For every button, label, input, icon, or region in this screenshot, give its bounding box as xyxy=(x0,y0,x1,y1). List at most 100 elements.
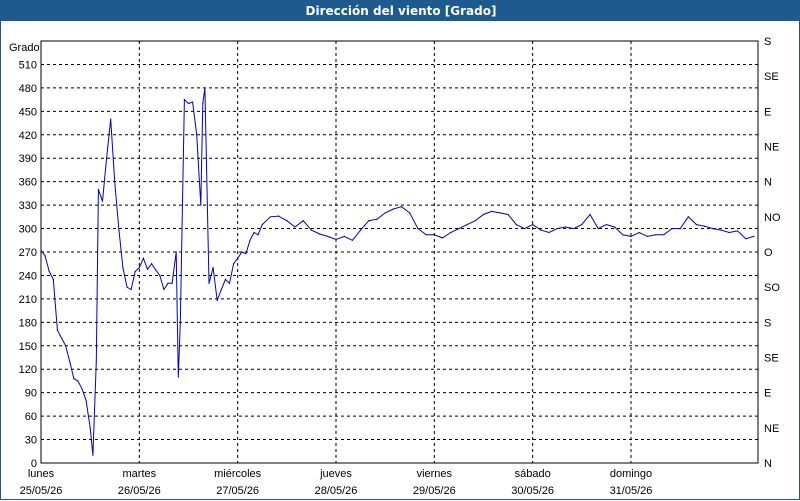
data-point xyxy=(249,239,251,241)
x-tick-label-day: martes xyxy=(123,468,157,480)
data-point xyxy=(736,230,739,232)
data-point xyxy=(171,282,173,284)
y2-tick-label: NE xyxy=(764,423,779,435)
data-point xyxy=(118,228,120,230)
data-point xyxy=(196,134,198,136)
data-point xyxy=(695,224,698,226)
x-tick-label-date: 28/05/26 xyxy=(315,485,358,497)
data-point xyxy=(720,229,722,231)
y-axis-label: Grado xyxy=(9,42,40,54)
data-point xyxy=(237,257,239,259)
data-point xyxy=(81,388,83,390)
data-point xyxy=(523,228,526,230)
data-point xyxy=(155,269,157,271)
data-point xyxy=(491,210,493,212)
data-point xyxy=(474,220,476,222)
data-point xyxy=(646,235,649,237)
y-tick-label: 210 xyxy=(19,294,37,306)
data-point xyxy=(212,267,214,269)
data-point xyxy=(92,454,94,456)
y-tick-label: 180 xyxy=(19,317,37,329)
data-point xyxy=(56,329,59,331)
data-point xyxy=(482,213,485,216)
data-point xyxy=(177,376,179,378)
data-point xyxy=(151,263,153,265)
data-point xyxy=(44,255,46,257)
data-point xyxy=(466,224,468,226)
data-point xyxy=(573,228,575,230)
data-point xyxy=(450,231,452,234)
x-tick-label-date: 29/05/26 xyxy=(413,485,456,497)
data-point xyxy=(48,270,50,273)
data-point xyxy=(245,253,247,255)
y2-tick-label: N xyxy=(764,458,772,470)
x-tick-label-date: 25/05/26 xyxy=(20,485,63,497)
data-point xyxy=(745,238,747,240)
data-point xyxy=(556,228,558,230)
y2-tick-label: SE xyxy=(764,71,779,83)
data-point xyxy=(286,220,288,222)
x-tick-label-day: lunes xyxy=(28,468,55,480)
data-point xyxy=(60,337,63,339)
data-point xyxy=(507,213,509,216)
data-point xyxy=(302,220,304,222)
data-point xyxy=(208,282,210,284)
data-point xyxy=(392,208,394,210)
data-point xyxy=(581,224,583,226)
y2-tick-label: O xyxy=(764,247,773,259)
data-point xyxy=(183,99,185,101)
y-tick-label: 450 xyxy=(19,106,37,118)
x-tick-label-day: sábado xyxy=(515,468,551,480)
data-point xyxy=(368,220,370,222)
data-point xyxy=(85,399,87,402)
data-point xyxy=(167,282,169,284)
data-point xyxy=(204,87,206,89)
data-point xyxy=(134,270,136,273)
y-tick-label: 120 xyxy=(19,364,37,376)
data-point xyxy=(110,118,112,120)
x-tick-label-day: viernes xyxy=(417,468,453,480)
data-point xyxy=(622,234,624,236)
data-point xyxy=(142,257,144,259)
data-point xyxy=(228,282,231,284)
data-point xyxy=(294,226,296,228)
data-point xyxy=(704,225,706,227)
data-point xyxy=(216,299,218,302)
data-point xyxy=(343,235,345,237)
y2-tick-label: E xyxy=(764,106,771,118)
data-point xyxy=(192,101,194,103)
data-point xyxy=(187,102,190,105)
data-point xyxy=(532,224,534,226)
data-point xyxy=(97,188,99,191)
data-point xyxy=(126,286,128,288)
data-point xyxy=(257,234,259,236)
x-tick-label-date: 31/05/26 xyxy=(610,485,653,497)
data-point xyxy=(360,229,362,231)
data-point xyxy=(52,278,54,280)
y-tick-label: 510 xyxy=(19,59,37,71)
x-tick-label-day: domingo xyxy=(610,468,652,480)
data-point xyxy=(261,224,263,226)
y-tick-label: 150 xyxy=(19,341,37,353)
data-point xyxy=(101,200,104,202)
data-point xyxy=(233,263,235,265)
y2-tick-label: NO xyxy=(764,212,781,224)
data-point xyxy=(548,231,550,234)
data-point xyxy=(269,216,271,218)
y-tick-label: 240 xyxy=(19,270,37,282)
data-point xyxy=(200,204,202,206)
y2-tick-label: SE xyxy=(764,353,779,365)
y2-tick-label: S xyxy=(764,317,771,329)
y2-tick-label: SO xyxy=(764,282,780,294)
data-point xyxy=(278,215,280,217)
x-tick-label-date: 30/05/26 xyxy=(511,485,554,497)
data-point xyxy=(241,251,243,253)
x-tick-label-day: miércoles xyxy=(214,468,262,480)
data-point xyxy=(253,231,255,234)
data-point xyxy=(163,288,165,291)
data-point xyxy=(564,226,567,228)
data-point xyxy=(146,268,149,270)
data-point xyxy=(106,157,108,159)
data-point xyxy=(499,212,501,214)
data-point xyxy=(77,380,79,382)
